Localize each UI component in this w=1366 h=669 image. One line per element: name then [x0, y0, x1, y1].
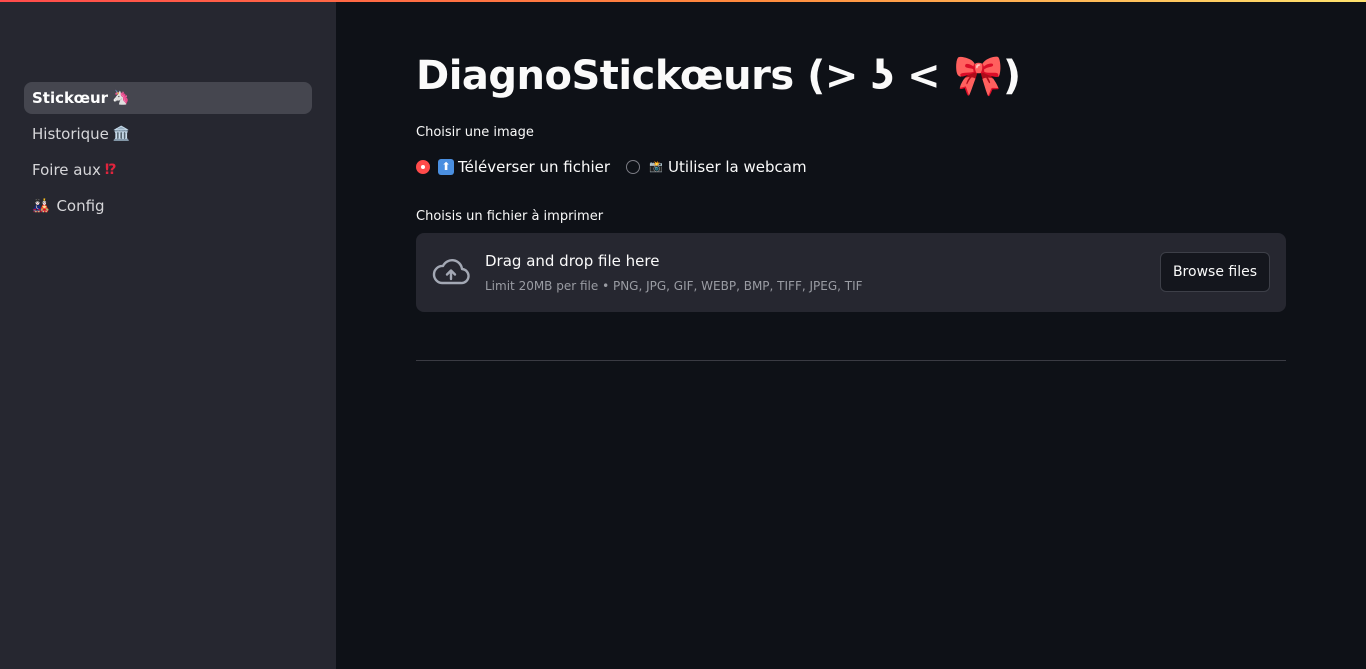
cloud-upload-icon	[432, 259, 470, 285]
sidebar-nav: Stickœur 🦄 Historique 🏛️ Foire aux ⁉ 🎎 C…	[24, 82, 312, 226]
sidebar-item-historique[interactable]: Historique 🏛️	[24, 118, 312, 150]
radio-unchecked-indicator[interactable]	[626, 160, 641, 174]
exclamation-question-icon: ⁉	[104, 162, 117, 178]
radio-webcam-label: Utiliser la webcam	[668, 158, 807, 176]
file-dropzone[interactable]: Drag and drop file here Limit 20MB per f…	[416, 233, 1286, 312]
sidebar-item-label: Stickœur	[32, 89, 109, 107]
dropzone-limit-text: Limit 20MB per file • PNG, JPG, GIF, WEB…	[485, 279, 863, 293]
sidebar-item-stickoeur[interactable]: Stickœur 🦄	[24, 82, 312, 114]
sidebar-item-faq[interactable]: Foire aux ⁉	[24, 154, 312, 186]
sidebar: Stickœur 🦄 Historique 🏛️ Foire aux ⁉ 🎎 C…	[0, 2, 336, 669]
unicorn-icon: 🦄	[112, 90, 130, 106]
browse-files-button[interactable]: Browse files	[1159, 252, 1270, 292]
main-content: DiagnoStickœurs (> ʖ < 🎀) Choisir une im…	[416, 0, 1286, 669]
sidebar-item-label: Config	[56, 197, 105, 215]
upload-arrow-icon: ⬆	[438, 159, 454, 175]
radio-upload-file[interactable]: ⬆ Téléverser un fichier	[416, 158, 610, 176]
image-choice-label: Choisir une image	[416, 125, 534, 140]
radio-webcam[interactable]: 📸 Utiliser la webcam	[626, 158, 807, 176]
camera-flash-icon: 📸	[649, 160, 663, 173]
ribbon-icon: 🎀	[953, 53, 1004, 99]
radio-checked-indicator[interactable]	[416, 160, 430, 174]
dropzone-title: Drag and drop file here	[485, 252, 660, 270]
page-title-text: DiagnoStickœurs (> ʖ <	[416, 53, 941, 99]
divider	[416, 360, 1286, 361]
sidebar-item-label: Historique	[32, 125, 109, 143]
dolls-icon: 🎎	[32, 198, 50, 214]
sidebar-item-label: Foire aux	[32, 161, 101, 179]
radio-upload-label: Téléverser un fichier	[458, 158, 611, 176]
sidebar-item-config[interactable]: 🎎 Config	[24, 190, 312, 222]
page-title-close: )	[1002, 53, 1021, 99]
file-uploader-label: Choisis un fichier à imprimer	[416, 209, 604, 224]
page-title: DiagnoStickœurs (> ʖ < 🎀)	[416, 52, 1021, 99]
classical-building-icon: 🏛️	[112, 126, 131, 142]
image-source-radio-group: ⬆ Téléverser un fichier 📸 Utiliser la we…	[416, 158, 823, 176]
